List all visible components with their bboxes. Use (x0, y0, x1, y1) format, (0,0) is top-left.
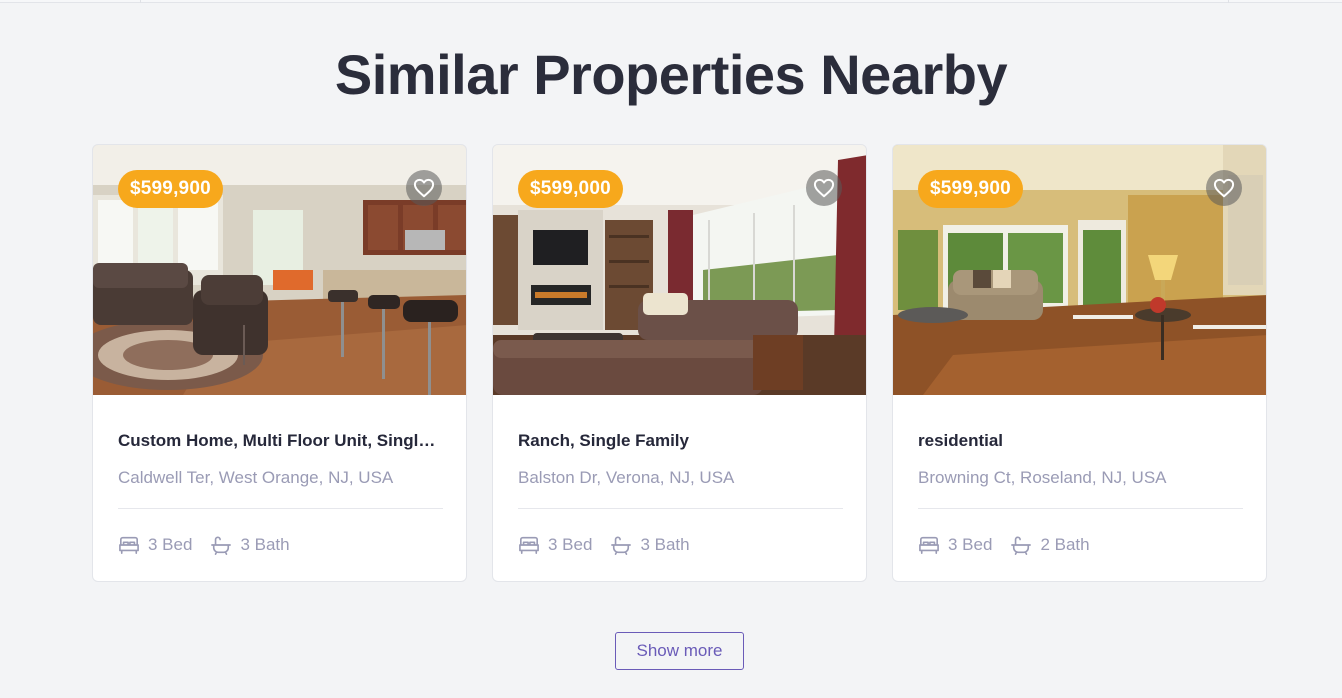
price-badge: $599,900 (918, 170, 1023, 208)
favorite-button[interactable] (406, 170, 442, 206)
divider (518, 508, 843, 509)
property-info: Ranch, Single Family Balston Dr, Verona,… (518, 395, 843, 557)
bathtub-icon (211, 536, 232, 555)
bath-feature: 3 Bath (610, 534, 690, 556)
top-strip-divider-right (1228, 0, 1229, 3)
property-title[interactable]: Ranch, Single Family (518, 430, 843, 452)
property-address: Caldwell Ter, West Orange, NJ, USA (118, 468, 394, 487)
bath-count: 3 Bath (640, 535, 690, 554)
property-info: residential Browning Ct, Roseland, NJ, U… (918, 395, 1243, 557)
bed-count: 3 Bed (948, 535, 993, 554)
bath-count: 2 Bath (1040, 535, 1090, 554)
property-photo[interactable]: $599,000 (493, 145, 866, 395)
bed-feature: 3 Bed (118, 534, 192, 556)
property-photo[interactable]: $599,900 (93, 145, 466, 395)
top-strip (0, 0, 1342, 3)
divider (918, 508, 1243, 509)
favorite-button[interactable] (806, 170, 842, 206)
property-address: Browning Ct, Roseland, NJ, USA (918, 468, 1167, 487)
price-badge: $599,000 (518, 170, 623, 208)
property-features: 3 Bed 2 Bath (918, 533, 1243, 557)
divider (118, 508, 443, 509)
heart-icon (413, 178, 435, 198)
bathtub-icon (611, 536, 632, 555)
bed-feature: 3 Bed (518, 534, 592, 556)
top-strip-divider-left (140, 0, 141, 3)
property-features: 3 Bed 3 Bath (118, 533, 443, 557)
show-more-button[interactable]: Show more (615, 632, 744, 670)
property-card[interactable]: $599,900 residential Browning Ct, Rosela… (892, 144, 1267, 582)
favorite-button[interactable] (1206, 170, 1242, 206)
property-card[interactable]: $599,900 Custom Home, Multi Floor Unit, … (92, 144, 467, 582)
bed-count: 3 Bed (148, 535, 193, 554)
bath-feature: 3 Bath (210, 534, 290, 556)
bed-icon (119, 536, 139, 554)
property-info: Custom Home, Multi Floor Unit, Single ..… (118, 395, 443, 557)
bath-count: 3 Bath (240, 535, 290, 554)
bath-feature: 2 Bath (1010, 534, 1090, 556)
property-card[interactable]: $599,000 Ranch, Single Family Balston Dr… (492, 144, 867, 582)
property-address: Balston Dr, Verona, NJ, USA (518, 468, 735, 487)
property-title[interactable]: Custom Home, Multi Floor Unit, Single ..… (118, 430, 443, 452)
property-features: 3 Bed 3 Bath (518, 533, 843, 557)
heart-icon (813, 178, 835, 198)
section-title: Similar Properties Nearby (334, 43, 1008, 106)
property-title[interactable]: residential (918, 430, 1243, 452)
price-badge: $599,900 (118, 170, 223, 208)
bed-icon (919, 536, 939, 554)
bed-icon (519, 536, 539, 554)
bathtub-icon (1011, 536, 1032, 555)
property-photo[interactable]: $599,900 (893, 145, 1266, 395)
bed-feature: 3 Bed (918, 534, 992, 556)
bed-count: 3 Bed (548, 535, 593, 554)
heart-icon (1213, 178, 1235, 198)
